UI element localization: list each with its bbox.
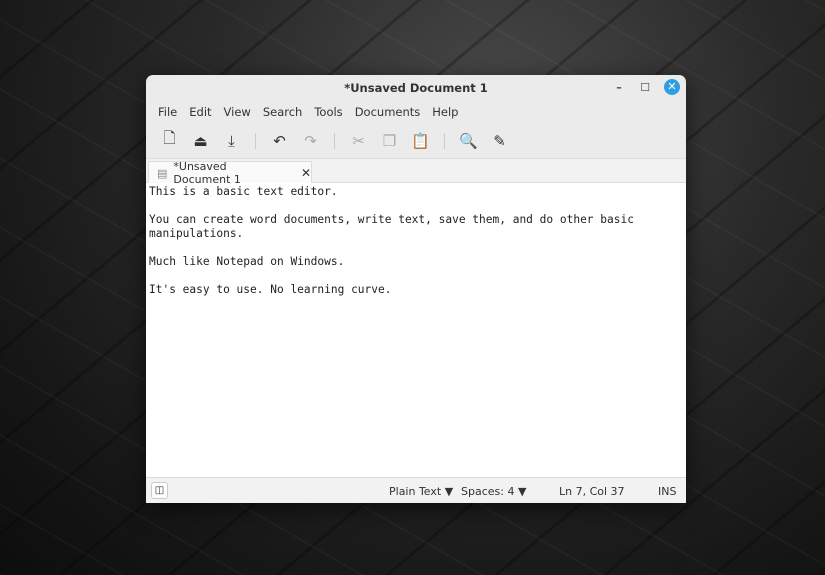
- redo-icon[interactable]: ↷: [295, 128, 326, 154]
- separator: [444, 132, 445, 149]
- indent-selector[interactable]: Spaces: 4 ▼: [461, 485, 526, 498]
- undo-icon[interactable]: ↶: [264, 128, 295, 154]
- copy-icon[interactable]: ❐: [374, 128, 405, 154]
- menu-help[interactable]: Help: [426, 105, 464, 119]
- new-document-icon[interactable]: 🗋: [154, 128, 185, 154]
- tab-close-icon[interactable]: ✕: [301, 166, 311, 180]
- status-bar: ◫ Plain Text ▼ Spaces: 4 ▼ Ln 7, Col 37 …: [146, 477, 686, 503]
- open-file-icon[interactable]: ⏏: [185, 128, 216, 154]
- menu-edit[interactable]: Edit: [183, 105, 217, 119]
- separator: [334, 132, 335, 149]
- menu-view[interactable]: View: [218, 105, 257, 119]
- tab-bar: ▤ *Unsaved Document 1 ✕: [146, 158, 686, 186]
- language-selector[interactable]: Plain Text ▼: [389, 485, 453, 498]
- close-button[interactable]: ✕: [664, 79, 680, 95]
- tab-unsaved-document-1[interactable]: ▤ *Unsaved Document 1 ✕: [148, 160, 312, 186]
- side-panel-toggle-icon[interactable]: ◫: [151, 482, 168, 499]
- menu-file[interactable]: File: [152, 105, 183, 119]
- menu-bar: File Edit View Search Tools Documents He…: [146, 100, 686, 124]
- menu-search[interactable]: Search: [257, 105, 309, 119]
- replace-icon[interactable]: ✎: [484, 128, 515, 154]
- text-editor-window: *Unsaved Document 1 – ☐ ✕ File Edit View…: [146, 75, 686, 503]
- window-title: *Unsaved Document 1: [344, 80, 488, 95]
- insert-mode: INS: [658, 485, 677, 498]
- menu-tools[interactable]: Tools: [308, 105, 348, 119]
- title-bar: *Unsaved Document 1 – ☐ ✕: [146, 75, 686, 100]
- minimize-button[interactable]: –: [612, 81, 626, 94]
- search-icon[interactable]: 🔍: [453, 128, 484, 154]
- document-icon: ▤: [157, 166, 168, 180]
- text-area[interactable]: This is a basic text editor. You can cre…: [146, 183, 686, 477]
- save-icon[interactable]: ⤓: [216, 128, 247, 154]
- menu-documents[interactable]: Documents: [349, 105, 427, 119]
- paste-icon[interactable]: 📋: [405, 128, 436, 154]
- toolbar: 🗋 ⏏ ⤓ ↶ ↷ ✂ ❐ 📋 🔍 ✎: [146, 124, 686, 157]
- separator: [255, 132, 256, 149]
- maximize-button[interactable]: ☐: [638, 81, 652, 94]
- cut-icon[interactable]: ✂: [343, 128, 374, 154]
- cursor-position: Ln 7, Col 37: [559, 485, 625, 498]
